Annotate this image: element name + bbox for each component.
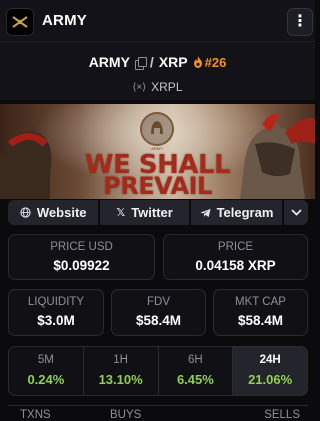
more-links-button[interactable] bbox=[284, 200, 309, 225]
liquidity-value: $3.0M bbox=[37, 313, 75, 328]
website-link[interactable]: Website bbox=[8, 200, 99, 225]
sells-label: SELLS bbox=[264, 409, 300, 421]
market-cap-label: MKT CAP bbox=[235, 296, 286, 308]
tab-label: 6H bbox=[188, 354, 203, 366]
base-token-symbol: ARMY bbox=[88, 54, 130, 70]
vertical-ellipsis-icon: ⋮ bbox=[292, 13, 308, 30]
market-cap-value: $58.4M bbox=[237, 313, 284, 328]
tab-change-value: 13.10% bbox=[98, 372, 143, 387]
liquidity-label: LIQUIDITY bbox=[27, 296, 85, 308]
top-bar: ARMY ⋮ bbox=[0, 0, 315, 42]
txns-header: TXNS BUYS SELLS bbox=[8, 405, 308, 421]
twitter-link[interactable]: 𝕏 Twitter bbox=[100, 200, 189, 225]
tab-label: 24H bbox=[259, 354, 281, 366]
price-usd-value: $0.09922 bbox=[53, 258, 110, 273]
app-title: ARMY bbox=[42, 12, 87, 29]
tab-1h[interactable]: 1H 13.10% bbox=[84, 347, 159, 395]
pair-title: ARMY / XRP #26 bbox=[0, 54, 315, 70]
chain-label: ⟨×⟩ XRPL bbox=[0, 80, 315, 94]
quote-token-symbol: XRP bbox=[158, 54, 188, 70]
price-native-value: 0.04158 XRP bbox=[195, 258, 276, 273]
price-change-tabs: 5M 0.24% 1H 13.10% 6H 6.45% 24H 21.06% bbox=[8, 346, 308, 396]
tab-label: 1H bbox=[113, 354, 128, 366]
pair-separator: / bbox=[149, 54, 154, 70]
telegram-link[interactable]: Telegram bbox=[190, 200, 283, 225]
fdv-value: $58.4M bbox=[135, 313, 182, 328]
telegram-icon bbox=[200, 208, 211, 217]
website-link-label: Website bbox=[36, 205, 87, 220]
fdv-card: FDV $58.4M bbox=[111, 289, 206, 336]
tab-change-value: 0.24% bbox=[27, 372, 65, 387]
copy-icon[interactable] bbox=[134, 56, 147, 70]
price-usd-card: PRICE USD $0.09922 bbox=[8, 234, 155, 280]
flame-icon bbox=[193, 56, 202, 68]
price-native-card: PRICE 0.04158 XRP bbox=[163, 234, 308, 280]
globe-icon bbox=[20, 207, 31, 218]
chevron-down-icon bbox=[290, 209, 302, 216]
app-logo-icon[interactable] bbox=[6, 8, 34, 36]
txns-label: TXNS bbox=[20, 409, 51, 421]
army-emblem-icon bbox=[140, 112, 174, 146]
pair-header: ARMY / XRP #26 ⟨×⟩ XRPL bbox=[0, 42, 315, 100]
fdv-label: FDV bbox=[147, 296, 170, 308]
banner-headline-line2: PREVAIL bbox=[103, 172, 212, 199]
more-menu-button[interactable]: ⋮ bbox=[287, 8, 313, 36]
twitter-link-label: Twitter bbox=[131, 205, 173, 220]
trending-rank-badge[interactable]: #26 bbox=[193, 54, 227, 70]
price-usd-label: PRICE USD bbox=[50, 241, 113, 253]
tab-change-value: 21.06% bbox=[248, 372, 293, 387]
tab-change-value: 6.45% bbox=[176, 372, 214, 387]
liquidity-card: LIQUIDITY $3.0M bbox=[8, 289, 104, 336]
xrpl-icon: ⟨×⟩ bbox=[132, 81, 147, 93]
tab-label: 5M bbox=[37, 354, 54, 366]
project-banner: ARMY WE SHALL PREVAIL bbox=[0, 104, 315, 199]
telegram-link-label: Telegram bbox=[216, 205, 274, 220]
rank-value: #26 bbox=[204, 54, 227, 70]
chain-name: XRPL bbox=[151, 80, 183, 94]
market-cap-card: MKT CAP $58.4M bbox=[213, 289, 308, 336]
tab-24h[interactable]: 24H 21.06% bbox=[233, 347, 307, 395]
tab-5m[interactable]: 5M 0.24% bbox=[9, 347, 84, 395]
social-links: Website 𝕏 Twitter Telegram bbox=[8, 200, 309, 225]
tab-6h[interactable]: 6H 6.45% bbox=[159, 347, 234, 395]
price-native-label: PRICE bbox=[217, 241, 254, 253]
x-icon: 𝕏 bbox=[116, 207, 126, 219]
buys-label: BUYS bbox=[110, 409, 142, 421]
